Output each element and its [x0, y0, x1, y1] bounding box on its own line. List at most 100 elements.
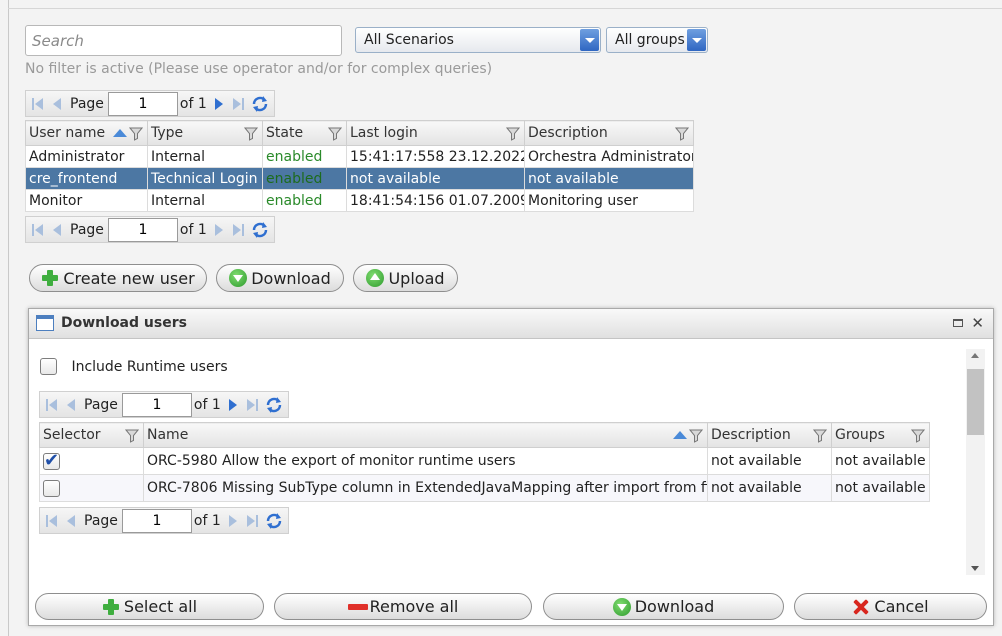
- sort-ascending-icon[interactable]: [673, 431, 687, 439]
- chevron-down-icon[interactable]: [687, 29, 706, 51]
- cell-selector[interactable]: [39, 447, 144, 475]
- pager-of-label: of 1: [179, 221, 207, 238]
- cell-description: Orchestra Administrator: [524, 145, 694, 168]
- first-page-icon[interactable]: [44, 512, 60, 530]
- next-page-icon[interactable]: [211, 221, 227, 239]
- column-header-description[interactable]: Description: [524, 120, 694, 146]
- chevron-down-icon[interactable]: [580, 29, 599, 51]
- button-label: Select all: [123, 597, 198, 616]
- create-new-user-button[interactable]: Create new user: [29, 264, 207, 292]
- next-page-icon[interactable]: [225, 396, 241, 414]
- window-icon: [36, 315, 54, 331]
- remove-all-button[interactable]: Remove all: [274, 593, 532, 620]
- cell-selector[interactable]: [39, 474, 144, 502]
- last-page-icon[interactable]: [244, 512, 260, 530]
- next-page-icon[interactable]: [225, 512, 241, 530]
- minimize-icon[interactable]: [953, 319, 963, 327]
- page-number-input[interactable]: [107, 91, 178, 116]
- page-number-input[interactable]: [107, 217, 178, 242]
- button-label: Remove all: [369, 597, 459, 616]
- download-icon: [612, 597, 631, 616]
- include-runtime-checkbox[interactable]: [40, 358, 57, 375]
- refresh-icon[interactable]: [251, 95, 269, 113]
- page-number-input[interactable]: [121, 508, 192, 533]
- pager-of-label: of 1: [193, 512, 221, 529]
- refresh-icon[interactable]: [265, 512, 283, 530]
- column-label: Groups: [835, 427, 885, 443]
- last-page-icon[interactable]: [230, 95, 246, 113]
- select-all-button[interactable]: Select all: [35, 593, 264, 620]
- cell-state: enabled: [262, 189, 347, 212]
- download-button[interactable]: Download: [216, 264, 344, 292]
- filter-icon[interactable]: [506, 127, 520, 141]
- column-label: Last login: [350, 125, 418, 141]
- previous-page-icon[interactable]: [63, 396, 79, 414]
- filter-icon[interactable]: [689, 429, 703, 443]
- page-number-input[interactable]: [121, 392, 192, 417]
- refresh-icon[interactable]: [265, 396, 283, 414]
- previous-page-icon[interactable]: [63, 512, 79, 530]
- dialog-scrollbar[interactable]: [966, 349, 985, 575]
- first-page-icon[interactable]: [30, 95, 46, 113]
- filter-icon[interactable]: [911, 429, 925, 443]
- first-page-icon[interactable]: [44, 396, 60, 414]
- filter-icon[interactable]: [129, 127, 143, 141]
- close-icon[interactable]: ✕: [971, 314, 984, 332]
- table-row[interactable]: Monitor Internal enabled 18:41:54:156 01…: [25, 189, 694, 212]
- filter-icon[interactable]: [813, 429, 827, 443]
- scroll-down-icon[interactable]: [971, 566, 979, 571]
- filter-icon[interactable]: [328, 127, 342, 141]
- column-header-user-name[interactable]: User name: [25, 120, 148, 146]
- pager-page-label: Page: [84, 396, 118, 413]
- sort-ascending-icon[interactable]: [113, 129, 127, 137]
- column-header-last-login[interactable]: Last login: [346, 120, 525, 146]
- row-select-checkbox[interactable]: [43, 450, 60, 471]
- cell-type: Internal: [147, 145, 263, 168]
- column-label: State: [266, 125, 304, 141]
- column-header-state[interactable]: State: [262, 120, 347, 146]
- dialog-header[interactable]: Download users ✕: [29, 309, 993, 339]
- filter-icon[interactable]: [244, 127, 258, 141]
- refresh-icon[interactable]: [251, 221, 269, 239]
- include-runtime-option[interactable]: Include Runtime users: [40, 358, 228, 375]
- dialog-users-table: Selector Name Description Groups ✔ ORC-5…: [39, 422, 930, 502]
- upload-button[interactable]: Upload: [353, 264, 458, 292]
- cell-last-login: 15:41:17:558 23.12.2022: [346, 145, 525, 168]
- next-page-icon[interactable]: [211, 95, 227, 113]
- table-row[interactable]: Administrator Internal enabled 15:41:17:…: [25, 145, 694, 168]
- dialog-pager-top: Page of 1: [39, 391, 289, 418]
- column-header-description[interactable]: Description: [707, 422, 832, 448]
- table-row[interactable]: ORC-7806 Missing SubType column in Exten…: [39, 474, 930, 502]
- scroll-thumb[interactable]: [967, 369, 984, 435]
- filter-hint: No filter is active (Please use operator…: [25, 61, 493, 77]
- search-input[interactable]: [25, 25, 342, 56]
- upload-icon: [366, 269, 385, 287]
- cell-state: enabled: [262, 145, 347, 168]
- button-label: Create new user: [63, 268, 195, 288]
- row-select-checkbox[interactable]: [43, 479, 60, 497]
- plus-icon: [41, 269, 59, 287]
- filter-icon[interactable]: [675, 127, 689, 141]
- column-header-type[interactable]: Type: [147, 120, 263, 146]
- last-page-icon[interactable]: [244, 396, 260, 414]
- column-header-selector[interactable]: Selector: [39, 422, 144, 448]
- cell-description: not available: [707, 447, 832, 475]
- minus-icon: [347, 598, 368, 616]
- table-row[interactable]: cre_frontend Technical Login enabled not…: [25, 167, 694, 190]
- scenario-select[interactable]: All Scenarios: [355, 27, 601, 53]
- column-header-groups[interactable]: Groups: [831, 422, 930, 448]
- dialog-title: Download users: [61, 315, 187, 331]
- left-frame-border: [8, 0, 9, 636]
- first-page-icon[interactable]: [30, 221, 46, 239]
- cancel-button[interactable]: Cancel: [794, 593, 987, 620]
- previous-page-icon[interactable]: [49, 221, 65, 239]
- table-row[interactable]: ORC-5980 Allow the export of monitor run…: [39, 447, 930, 475]
- last-page-icon[interactable]: [230, 221, 246, 239]
- scroll-up-icon[interactable]: [971, 353, 979, 358]
- previous-page-icon[interactable]: [49, 95, 65, 113]
- dialog-download-button[interactable]: Download: [543, 593, 784, 620]
- groups-select[interactable]: All groups: [606, 27, 708, 53]
- column-header-name[interactable]: Name: [143, 422, 708, 448]
- column-label: User name: [29, 125, 106, 141]
- filter-icon[interactable]: [125, 429, 139, 443]
